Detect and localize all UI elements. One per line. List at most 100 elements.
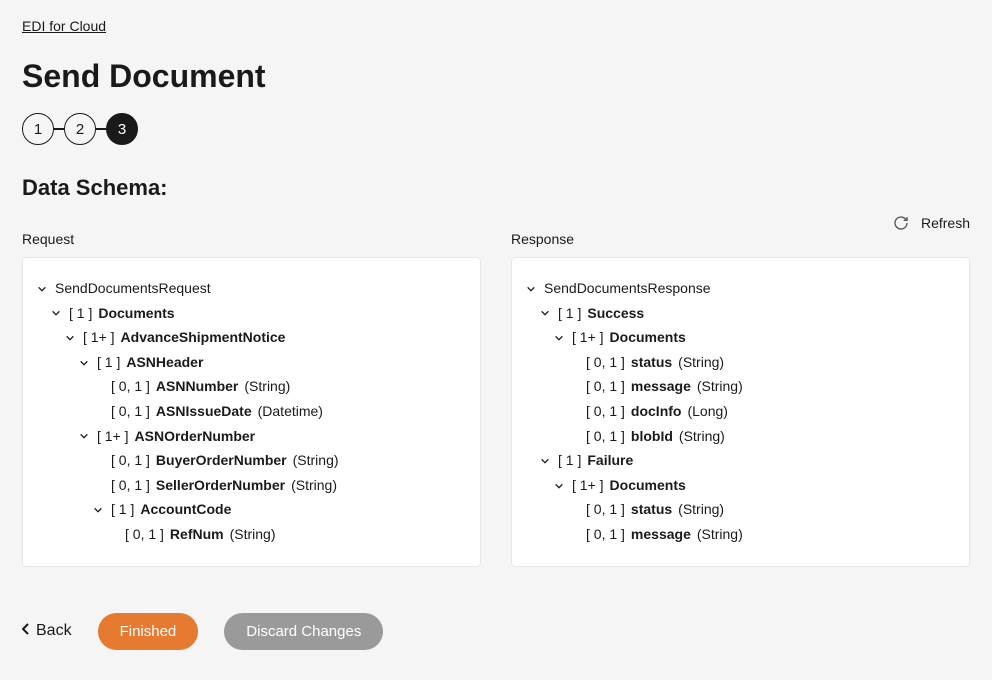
stepper: 123: [22, 113, 970, 145]
node-name: Documents: [610, 328, 686, 348]
request-column-title: Request: [22, 231, 481, 247]
chevron-down-icon[interactable]: [538, 454, 552, 468]
chevron-down-icon[interactable]: [552, 479, 566, 493]
node-name: Documents: [98, 304, 174, 324]
chevron-down-icon[interactable]: [538, 306, 552, 320]
node-name: SendDocumentsResponse: [544, 279, 711, 299]
node-name: AdvanceShipmentNotice: [121, 328, 286, 348]
tree-node: [ 0, 1 ] docInfo (Long): [566, 402, 957, 422]
node-name: Documents: [610, 476, 686, 496]
cardinality: [ 0, 1 ]: [111, 402, 150, 422]
cardinality: [ 0, 1 ]: [586, 377, 625, 397]
discard-button[interactable]: Discard Changes: [224, 613, 383, 650]
node-name: ASNNumber: [156, 377, 238, 397]
tree-node: [ 0, 1 ] ASNIssueDate (Datetime): [91, 402, 468, 422]
node-type: (String): [244, 377, 290, 397]
node-name: status: [631, 500, 672, 520]
cardinality: [ 0, 1 ]: [586, 525, 625, 545]
node-name: ASNOrderNumber: [135, 427, 256, 447]
stepper-connector: [54, 128, 64, 130]
cardinality: [ 0, 1 ]: [111, 476, 150, 496]
cardinality: [ 1 ]: [558, 451, 581, 471]
chevron-down-icon[interactable]: [49, 306, 63, 320]
tree-node[interactable]: [ 1+ ] Documents: [552, 328, 957, 348]
cardinality: [ 1 ]: [111, 500, 134, 520]
node-type: (Long): [687, 402, 727, 422]
tree-node[interactable]: [ 1 ] ASNHeader: [77, 353, 468, 373]
tree-node: [ 0, 1 ] message (String): [566, 525, 957, 545]
tree-node: [ 0, 1 ] BuyerOrderNumber (String): [91, 451, 468, 471]
finished-button[interactable]: Finished: [98, 613, 199, 650]
node-name: AccountCode: [140, 500, 231, 520]
tree-node[interactable]: SendDocumentsRequest: [35, 279, 468, 299]
step-1[interactable]: 1: [22, 113, 54, 145]
chevron-down-icon[interactable]: [77, 356, 91, 370]
tree-node[interactable]: SendDocumentsResponse: [524, 279, 957, 299]
refresh-icon[interactable]: [893, 215, 909, 231]
node-type: (String): [679, 427, 725, 447]
chevron-down-icon[interactable]: [524, 282, 538, 296]
tree-node[interactable]: [ 1+ ] AdvanceShipmentNotice: [63, 328, 468, 348]
tree-node[interactable]: [ 1+ ] Documents: [552, 476, 957, 496]
cardinality: [ 1 ]: [97, 353, 120, 373]
cardinality: [ 0, 1 ]: [125, 525, 164, 545]
tree-node[interactable]: [ 1+ ] ASNOrderNumber: [77, 427, 468, 447]
node-type: (Datetime): [258, 402, 323, 422]
chevron-down-icon[interactable]: [552, 331, 566, 345]
tree-node[interactable]: [ 1 ] Documents: [49, 304, 468, 324]
node-name: message: [631, 525, 691, 545]
node-name: BuyerOrderNumber: [156, 451, 287, 471]
node-name: docInfo: [631, 402, 682, 422]
chevron-down-icon[interactable]: [77, 429, 91, 443]
cardinality: [ 0, 1 ]: [111, 451, 150, 471]
cardinality: [ 0, 1 ]: [586, 500, 625, 520]
cardinality: [ 1 ]: [69, 304, 92, 324]
tree-node: [ 0, 1 ] status (String): [566, 500, 957, 520]
chevron-down-icon[interactable]: [35, 282, 49, 296]
response-panel: SendDocumentsResponse [ 1 ] Success [ 1+ ]…: [511, 257, 970, 567]
node-type: (String): [293, 451, 339, 471]
tree-node[interactable]: [ 1 ] Failure: [538, 451, 957, 471]
step-3[interactable]: 3: [106, 113, 138, 145]
cardinality: [ 1+ ]: [572, 328, 604, 348]
node-type: (String): [697, 525, 743, 545]
cardinality: [ 0, 1 ]: [586, 353, 625, 373]
cardinality: [ 1 ]: [558, 304, 581, 324]
breadcrumb-link[interactable]: EDI for Cloud: [22, 18, 106, 34]
chevron-left-icon: [22, 622, 30, 640]
stepper-connector: [96, 128, 106, 130]
back-button[interactable]: Back: [22, 622, 72, 640]
cardinality: [ 0, 1 ]: [111, 377, 150, 397]
cardinality: [ 0, 1 ]: [586, 402, 625, 422]
node-name: message: [631, 377, 691, 397]
node-type: (String): [678, 500, 724, 520]
node-name: ASNIssueDate: [156, 402, 252, 422]
tree-node: [ 0, 1 ] ASNNumber (String): [91, 377, 468, 397]
refresh-label[interactable]: Refresh: [921, 215, 970, 231]
chevron-down-icon[interactable]: [91, 503, 105, 517]
node-type: (String): [291, 476, 337, 496]
section-title: Data Schema:: [22, 175, 970, 201]
cardinality: [ 1+ ]: [572, 476, 604, 496]
node-name: status: [631, 353, 672, 373]
tree-node: [ 0, 1 ] RefNum (String): [105, 525, 468, 545]
node-type: (String): [230, 525, 276, 545]
back-label: Back: [36, 622, 72, 640]
node-name: blobId: [631, 427, 673, 447]
tree-node: [ 0, 1 ] SellerOrderNumber (String): [91, 476, 468, 496]
tree-node: [ 0, 1 ] status (String): [566, 353, 957, 373]
tree-node[interactable]: [ 1 ] Success: [538, 304, 957, 324]
node-name: SendDocumentsRequest: [55, 279, 211, 299]
request-panel: SendDocumentsRequest [ 1 ] Documents [ 1+ …: [22, 257, 481, 567]
step-2[interactable]: 2: [64, 113, 96, 145]
node-type: (String): [678, 353, 724, 373]
tree-node[interactable]: [ 1 ] AccountCode: [91, 500, 468, 520]
chevron-down-icon[interactable]: [63, 331, 77, 345]
node-name: SellerOrderNumber: [156, 476, 285, 496]
tree-node: [ 0, 1 ] blobId (String): [566, 427, 957, 447]
page-title: Send Document: [22, 58, 970, 95]
response-column-title: Response: [511, 231, 970, 247]
node-name: Success: [587, 304, 644, 324]
node-name: RefNum: [170, 525, 224, 545]
node-type: (String): [697, 377, 743, 397]
